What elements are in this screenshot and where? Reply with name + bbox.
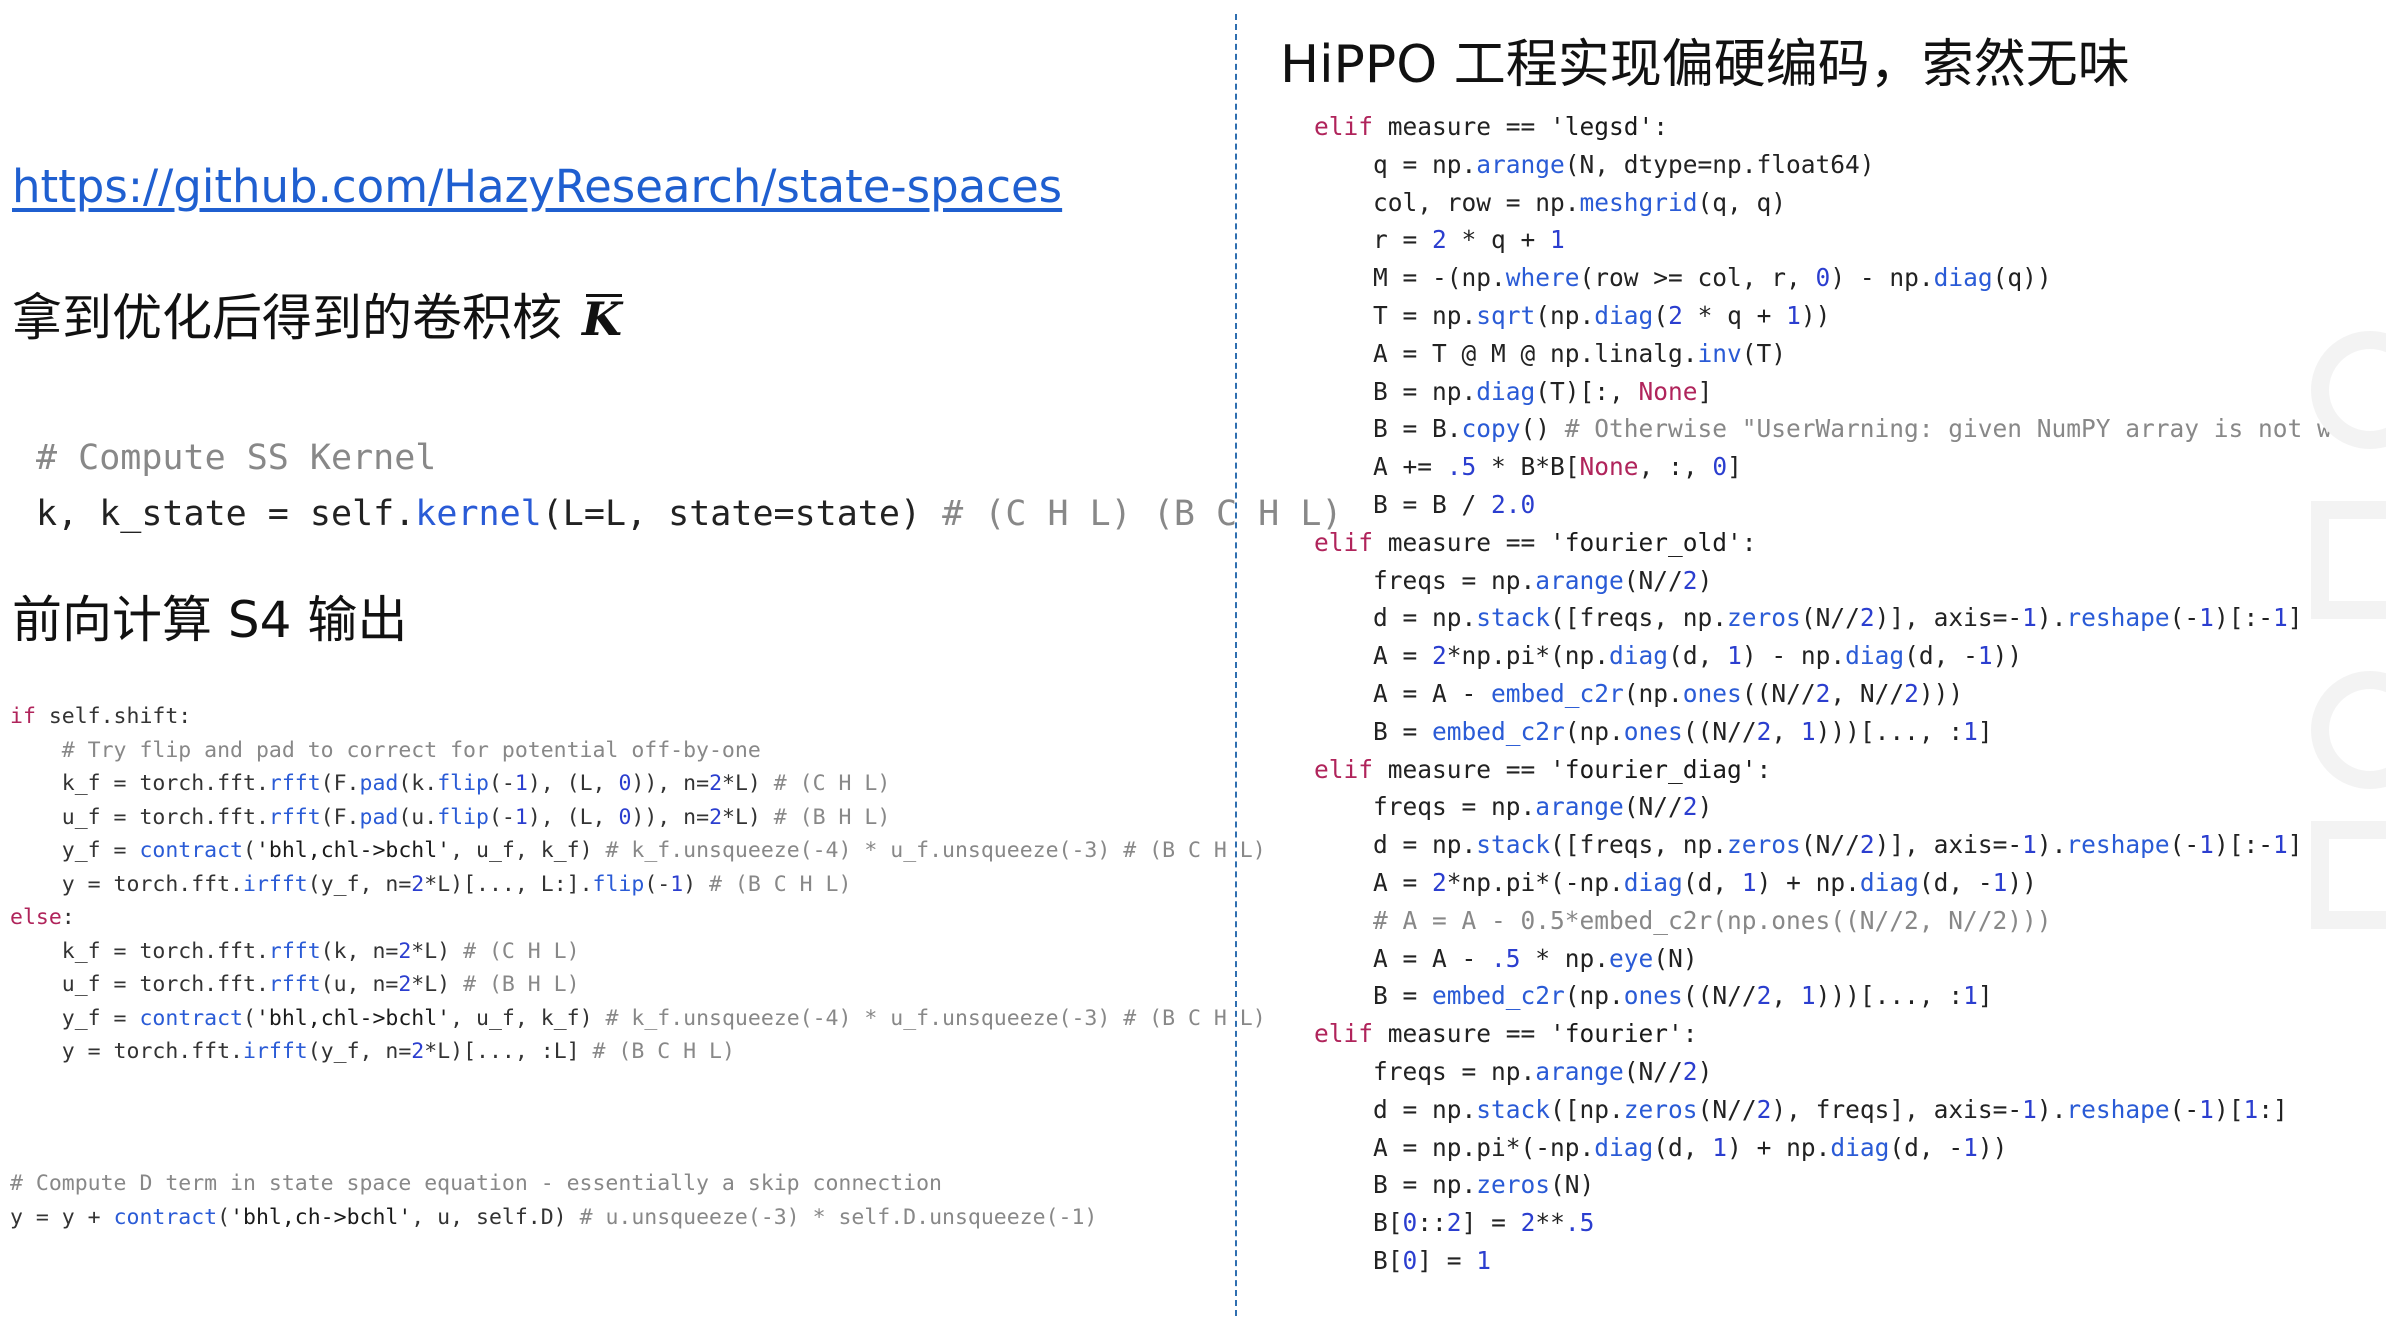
column-divider <box>1235 14 1237 1316</box>
dterm-code-line: y = y + contract('bhl,ch->bchl', u, self… <box>10 1204 1098 1230</box>
hippo-code-line: M = -(np.where(row >= col, r, 0) - np.di… <box>1314 263 2052 293</box>
hippo-code-line: freqs = np.arange(N//2) <box>1314 792 1713 822</box>
hippo-code-line: d = np.stack([np.zeros(N//2), freqs], ax… <box>1314 1094 2288 1124</box>
hippo-code-line: B = embed_c2r(np.ones((N//2, 1)))[..., :… <box>1314 981 1993 1011</box>
hippo-code-line: elif measure == 'fourier_old': <box>1314 527 1757 557</box>
hippo-code-line: B = B / 2.0 <box>1314 489 1536 519</box>
hippo-code-line: col, row = np.meshgrid(q, q) <box>1314 187 1787 217</box>
code-snippet-kernel: # Compute SS Kernel k, k_state = self.ker… <box>36 430 1342 542</box>
forward-code-line: k_f = torch.fft.rfft(k, n=2*L) # (C H L) <box>10 938 580 964</box>
hippo-code-line: B = np.zeros(N) <box>1314 1170 1595 1200</box>
hippo-code-line: freqs = np.arange(N//2) <box>1314 565 1713 595</box>
kernel-code-line: # Compute SS Kernel <box>36 438 437 478</box>
forward-code-line: k_f = torch.fft.rfft(F.pad(k.flip(-1), (… <box>10 771 891 796</box>
hippo-code-line: A = 2*np.pi*(np.diag(d, 1) - np.diag(d, … <box>1314 641 2023 671</box>
forward-code-line: if self.shift: <box>10 704 192 729</box>
code-snippet-hippo: elif measure == 'legsd': q = np.arange(N… <box>1314 108 2347 1280</box>
forward-code-line: u_f = torch.fft.rfft(F.pad(u.flip(-1), (… <box>10 804 891 830</box>
heading-forward: 前向计算 S4 输出 <box>12 591 408 649</box>
hippo-code-line: d = np.stack([freqs, np.zeros(N//2)], ax… <box>1314 603 2303 633</box>
hippo-code-line: freqs = np.arange(N//2) <box>1314 1056 1713 1086</box>
hippo-code-line: # A = A - 0.5*embed_c2r(np.ones((N//2, N… <box>1373 905 2052 935</box>
hippo-code-line: B = np.diag(T)[:, None] <box>1314 376 1713 406</box>
hippo-code-line: d = np.stack([freqs, np.zeros(N//2)], ax… <box>1314 830 2303 860</box>
forward-code-line: # Try flip and pad to correct for potent… <box>61 737 761 763</box>
forward-code-line: y_f = contract('bhl,chl->bchl', u_f, k_f… <box>10 838 1266 863</box>
kernel-code-line: k, k_state = self.kernel(L=L, state=stat… <box>36 494 1343 534</box>
forward-code-line: u_f = torch.fft.rfft(u, n=2*L) # (B H L) <box>10 972 580 997</box>
hippo-code-line: B[0::2] = 2**.5 <box>1314 1208 1595 1238</box>
hippo-code-line: q = np.arange(N, dtype=np.float64) <box>1314 149 1875 179</box>
hippo-code-line: r = 2 * q + 1 <box>1314 225 1565 255</box>
hippo-code-line: elif measure == 'fourier_diag': <box>1314 754 1772 784</box>
code-snippet-dterm: # Compute D term in state space equation… <box>10 1167 1097 1234</box>
heading-kernel: 拿到优化后得到的卷积核 K <box>12 278 622 350</box>
forward-code-line: y = torch.fft.irfft(y_f, n=2*L)[..., :L]… <box>10 1039 735 1064</box>
hippo-code-line: elif measure == 'fourier': <box>1314 1019 1698 1049</box>
forward-code-line: y_f = contract('bhl,chl->bchl', u_f, k_f… <box>10 1005 1266 1031</box>
watermark-decoration <box>2311 331 2386 929</box>
code-snippet-forward: if self.shift: # Try flip and pad to cor… <box>10 700 1266 1069</box>
hippo-code-line: A += .5 * B*B[None, :, 0] <box>1314 452 1742 482</box>
hippo-code-line: A = 2*np.pi*(-np.diag(d, 1) + np.diag(d,… <box>1314 867 2037 897</box>
right-title: HiPPO 工程实现偏硬编码，索然无味 <box>1280 35 2130 95</box>
hippo-code-line: B[0] = 1 <box>1314 1245 1492 1275</box>
hippo-code-line: A = A - .5 * np.eye(N) <box>1314 943 1698 973</box>
hippo-code-line: A = np.pi*(-np.diag(d, 1) + np.diag(d, -… <box>1314 1132 2008 1162</box>
heading-kernel-text: 拿到优化后得到的卷积核 <box>12 289 562 347</box>
dterm-code-line: # Compute D term in state space equation… <box>10 1171 942 1196</box>
forward-code-line: y = torch.fft.irfft(y_f, n=2*L)[..., L:]… <box>10 871 852 897</box>
kernel-symbol: K <box>582 292 622 346</box>
hippo-code-line: A = T @ M @ np.linalg.inv(T) <box>1314 338 1787 368</box>
hippo-code-line: T = np.sqrt(np.diag(2 * q + 1)) <box>1314 300 1831 330</box>
hippo-code-line: B = embed_c2r(np.ones((N//2, 1)))[..., :… <box>1314 716 1993 746</box>
repo-link[interactable]: https://github.com/HazyResearch/state-sp… <box>12 160 1062 213</box>
forward-code-line: else: <box>10 905 75 930</box>
hippo-code-line: elif measure == 'legsd': <box>1314 112 1669 141</box>
hippo-code-line: A = A - embed_c2r(np.ones((N//2, N//2))) <box>1314 678 1964 708</box>
hippo-code-line: B = B.copy() # Otherwise "UserWarning: g… <box>1314 414 2347 444</box>
